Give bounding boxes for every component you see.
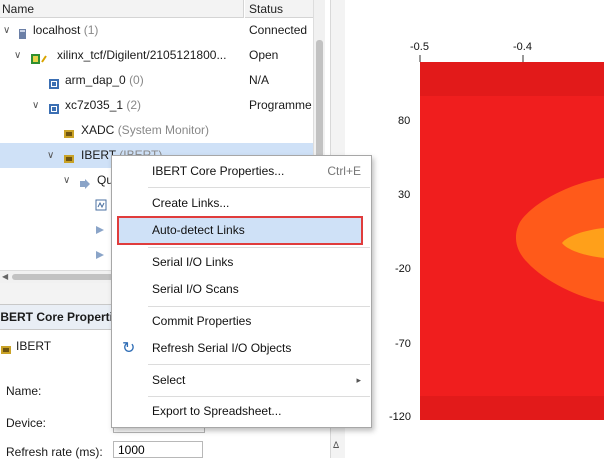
menu-item-commit-properties[interactable]: Commit Properties: [112, 309, 371, 334]
tree-count: (0): [129, 73, 144, 87]
y-tick-label: 80: [398, 115, 411, 127]
menu-item-label: Serial I/O Scans: [152, 282, 239, 296]
x-tick-label: -0.5: [410, 41, 429, 53]
quad-icon: [79, 174, 91, 189]
collapse-arrow-icon[interactable]: ∨: [3, 18, 10, 43]
debug-core-icon: [63, 149, 75, 163]
menu-separator: [148, 306, 370, 307]
tree-row-arm-dap[interactable]: arm_dap_0 (0) N/A: [0, 68, 313, 93]
menu-item-label: Auto-detect Links: [152, 223, 245, 237]
menu-item-label: Refresh Serial I/O Objects: [152, 341, 292, 355]
tree-label: xilinx_tcf/Digilent/2105121800...: [57, 48, 227, 62]
tree-status: N/A: [249, 73, 270, 87]
debug-core-icon: [0, 340, 12, 354]
collapse-arrow-icon[interactable]: ∨: [14, 43, 21, 68]
y-tick-label: -20: [395, 263, 411, 275]
splitter-handle-icon: ᐃ: [333, 440, 340, 450]
menu-separator: [148, 187, 370, 188]
menu-separator: [148, 396, 370, 397]
tree-row-target[interactable]: ∨ xilinx_tcf/Digilent/2105121800... Open: [0, 43, 313, 68]
tree-row-localhost[interactable]: ∨ localhost (1) Connected: [0, 18, 313, 43]
chip-icon: [48, 74, 60, 89]
chip-target-icon: [30, 49, 47, 64]
context-menu: IBERT Core Properties... Ctrl+E Create L…: [111, 155, 372, 428]
menu-item-label: IBERT Core Properties...: [152, 164, 285, 178]
collapse-arrow-icon[interactable]: ∨: [32, 93, 39, 118]
channel-link-icon: [95, 224, 107, 236]
menu-separator: [148, 247, 370, 248]
tree-status: Open: [249, 48, 279, 62]
menu-item-serial-io-scans[interactable]: Serial I/O Scans: [112, 277, 371, 302]
submenu-arrow-icon: ▸: [356, 375, 361, 385]
name-label: Name:: [6, 384, 42, 398]
collapse-arrow-icon[interactable]: ∨: [47, 143, 54, 168]
server-icon: [17, 24, 29, 39]
menu-item-serial-io-links[interactable]: Serial I/O Links: [112, 250, 371, 275]
menu-shortcut: Ctrl+E: [327, 164, 361, 178]
tree-status: Connected: [249, 23, 308, 37]
tree-count: (System Monitor): [117, 123, 210, 137]
tree-label: xc7z035_1: [65, 98, 124, 112]
refresh-icon: ↻: [122, 340, 136, 357]
refresh-rate-input[interactable]: [113, 441, 203, 458]
heatmap-top-band: [420, 62, 604, 96]
y-tick-label: 30: [398, 189, 411, 201]
scroll-left-icon[interactable]: ◀: [2, 272, 8, 281]
menu-item-label: Export to Spreadsheet...: [152, 404, 282, 418]
heatmap-bottom-band: [420, 396, 604, 420]
column-header-status[interactable]: Status: [245, 0, 313, 18]
heatmap-svg: [419, 55, 604, 420]
menu-item-select[interactable]: Select ▸: [112, 368, 371, 393]
chip-icon: [48, 99, 60, 114]
menu-item-export-spreadsheet[interactable]: Export to Spreadsheet...: [112, 399, 371, 424]
menu-item-label: Select: [152, 373, 186, 387]
menu-item-create-links[interactable]: Create Links...: [112, 191, 371, 216]
tree-row-xadc[interactable]: XADC (System Monitor): [0, 118, 313, 143]
eye-scan-plot: -0.5 -0.4 80 30 -20 -70 -120: [345, 0, 604, 458]
x-tick-label: -0.4: [513, 41, 532, 53]
properties-object-name: IBERT: [16, 339, 52, 353]
debug-core-icon: [63, 124, 75, 138]
tree-row-device[interactable]: ∨ xc7z035_1 (2) Programme: [0, 93, 313, 118]
menu-item-label: Commit Properties: [152, 314, 252, 328]
channel-link-icon: [95, 249, 107, 261]
menu-item-auto-detect-links[interactable]: Auto-detect Links: [117, 216, 363, 245]
y-tick-label: -120: [389, 411, 412, 423]
menu-item-core-properties[interactable]: IBERT Core Properties... Ctrl+E: [112, 159, 371, 184]
refresh-rate-label: Refresh rate (ms):: [6, 445, 103, 459]
tree-label: arm_dap_0: [65, 73, 126, 87]
tree-label: XADC: [81, 123, 115, 137]
tree-label: localhost: [33, 23, 81, 37]
menu-item-label: Serial I/O Links: [152, 255, 234, 269]
tree-count: (2): [126, 98, 142, 112]
tree-status: Programme: [249, 98, 312, 112]
menu-separator: [148, 364, 370, 365]
tree-count: (1): [83, 23, 99, 37]
column-header-name[interactable]: Name: [0, 0, 244, 18]
menu-item-refresh-objects[interactable]: ↻ Refresh Serial I/O Objects: [112, 336, 371, 361]
menu-item-label: Create Links...: [152, 196, 230, 210]
y-tick-label: -70: [395, 338, 411, 350]
channel-icon: [95, 199, 107, 211]
collapse-arrow-icon[interactable]: ∨: [63, 168, 70, 193]
device-label: Device:: [6, 416, 47, 430]
